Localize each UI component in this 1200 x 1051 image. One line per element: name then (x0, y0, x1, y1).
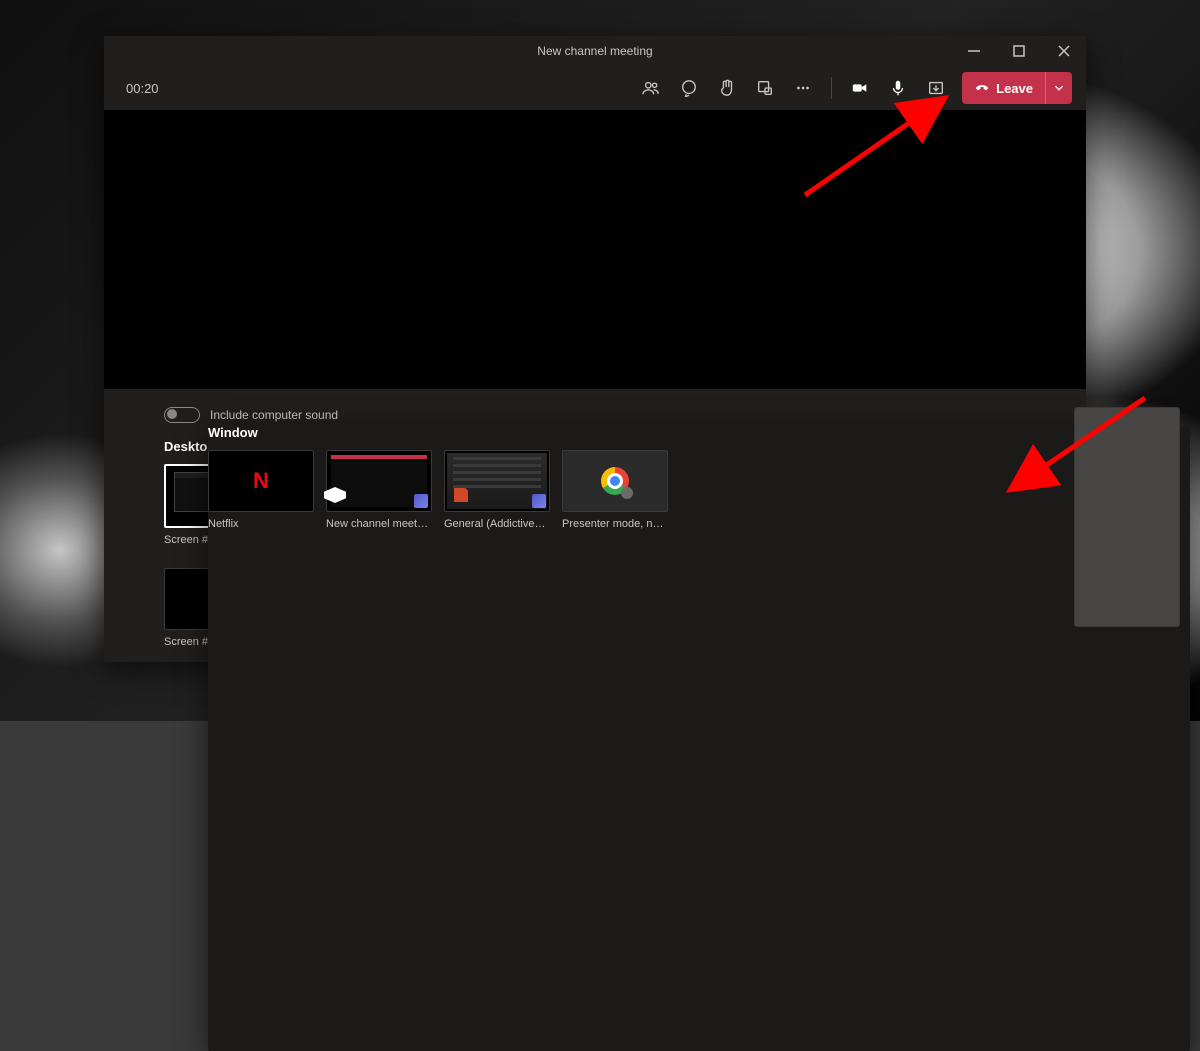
tile-label: New channel meeting | ... (326, 518, 430, 530)
leave-button-group: Leave (962, 72, 1072, 104)
titlebar: New channel meeting (104, 36, 1086, 66)
camera-icon (851, 79, 869, 97)
toolbar-divider (831, 77, 832, 99)
tile-label: Presenter mode, notes a... (562, 518, 666, 530)
close-button[interactable] (1041, 36, 1086, 66)
mic-icon (889, 79, 907, 97)
hangup-icon (974, 80, 990, 96)
thumbnail: N (208, 450, 314, 512)
meeting-window: New channel meeting 00:20 (104, 36, 1086, 662)
camera-button[interactable] (844, 72, 876, 104)
minimize-icon (965, 42, 983, 60)
share-columns: Desktop Screen #1 Screen #2 Window (164, 439, 1026, 648)
mic-button[interactable] (882, 72, 914, 104)
window-header: Window (208, 425, 1190, 440)
window-column: Window N Netflix New channel meeting | .… (208, 425, 1190, 1051)
thumbnail (326, 450, 432, 512)
chevron-down-icon (1050, 79, 1068, 97)
share-tray-scrollbar[interactable] (1074, 407, 1080, 644)
reactions-button[interactable] (711, 72, 743, 104)
share-tray-icon (927, 79, 945, 97)
leave-button[interactable]: Leave (962, 72, 1045, 104)
include-sound-toggle[interactable] (164, 407, 200, 423)
thumbnail (562, 450, 668, 512)
leave-label: Leave (996, 81, 1033, 96)
share-button[interactable] (920, 72, 952, 104)
share-window-presenter[interactable]: Presenter mode, notes a... (562, 450, 666, 530)
participants-button[interactable] (635, 72, 667, 104)
more-actions-button[interactable] (787, 72, 819, 104)
ellipsis-icon (794, 79, 812, 97)
people-icon (642, 79, 660, 97)
video-stage (104, 110, 1086, 400)
rooms-button[interactable] (749, 72, 781, 104)
window-controls (951, 36, 1086, 66)
thumbnail (444, 450, 550, 512)
chat-button[interactable] (673, 72, 705, 104)
tile-label: Netflix (208, 518, 312, 530)
raise-hand-icon (718, 79, 736, 97)
include-sound-label: Include computer sound (210, 408, 338, 422)
minimize-button[interactable] (951, 36, 996, 66)
chat-icon (680, 79, 698, 97)
share-window-netflix[interactable]: N Netflix (208, 450, 312, 530)
maximize-button[interactable] (996, 36, 1041, 66)
include-sound-row: Include computer sound (164, 407, 1026, 423)
meeting-timer: 00:20 (126, 81, 159, 96)
tile-label: General (AddictiveTips - ... (444, 518, 548, 530)
maximize-icon (1010, 42, 1028, 60)
close-icon (1055, 42, 1073, 60)
share-tray: Include computer sound Desktop Screen #1… (104, 389, 1086, 662)
leave-options-button[interactable] (1045, 72, 1072, 104)
meeting-toolbar: 00:20 Leave (104, 66, 1086, 110)
breakout-rooms-icon (756, 79, 774, 97)
window-title: New channel meeting (537, 44, 652, 58)
